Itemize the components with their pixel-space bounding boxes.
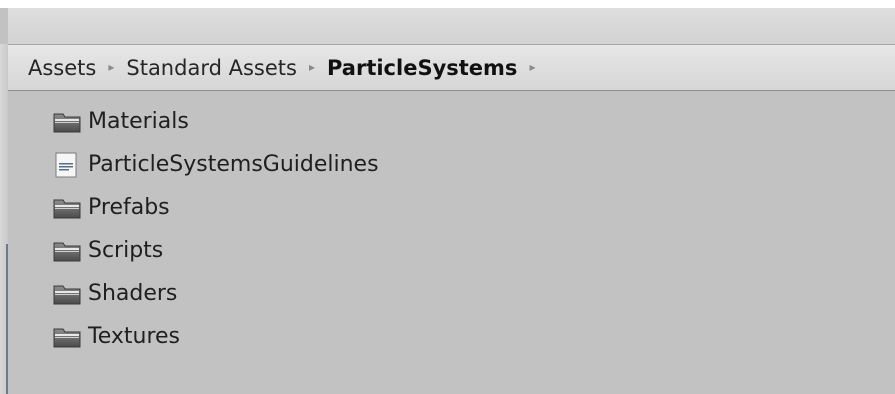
folder-icon xyxy=(52,109,88,135)
file-item-label: Materials xyxy=(88,109,189,134)
file-item-label: ParticleSystemsGuidelines xyxy=(88,152,379,177)
breadcrumb-separator-icon: ▸ xyxy=(108,59,115,74)
folder-icon xyxy=(52,238,88,264)
file-item-label: Scripts xyxy=(88,238,164,263)
file-item-label: Prefabs xyxy=(88,195,170,220)
document-icon xyxy=(52,152,88,178)
top-margin xyxy=(0,0,895,8)
file-item-guidelines[interactable]: ParticleSystemsGuidelines xyxy=(52,143,379,186)
project-browser-window: Assets ▸ Standard Assets ▸ ParticleSyste… xyxy=(0,0,895,394)
file-list-panel: Materials ParticleSystemsGuidelines Pref… xyxy=(8,92,895,394)
breadcrumb-particle-systems[interactable]: ParticleSystems xyxy=(327,56,517,80)
file-list: Materials ParticleSystemsGuidelines Pref… xyxy=(52,100,379,358)
left-panel-edge[interactable] xyxy=(0,44,8,394)
file-item-label: Shaders xyxy=(88,281,178,306)
folder-icon xyxy=(52,281,88,307)
file-item-label: Textures xyxy=(88,324,180,349)
breadcrumb-separator-icon: ▸ xyxy=(529,59,536,74)
breadcrumb-assets[interactable]: Assets xyxy=(28,56,96,80)
folder-icon xyxy=(52,195,88,221)
file-item-scripts[interactable]: Scripts xyxy=(52,229,379,272)
file-item-textures[interactable]: Textures xyxy=(52,315,379,358)
toolbar xyxy=(8,8,895,45)
breadcrumb: Assets ▸ Standard Assets ▸ ParticleSyste… xyxy=(8,45,895,91)
file-item-shaders[interactable]: Shaders xyxy=(52,272,379,315)
breadcrumb-standard-assets[interactable]: Standard Assets xyxy=(126,56,297,80)
file-item-materials[interactable]: Materials xyxy=(52,100,379,143)
file-item-prefabs[interactable]: Prefabs xyxy=(52,186,379,229)
breadcrumb-separator-icon: ▸ xyxy=(308,59,315,74)
folder-icon xyxy=(52,324,88,350)
